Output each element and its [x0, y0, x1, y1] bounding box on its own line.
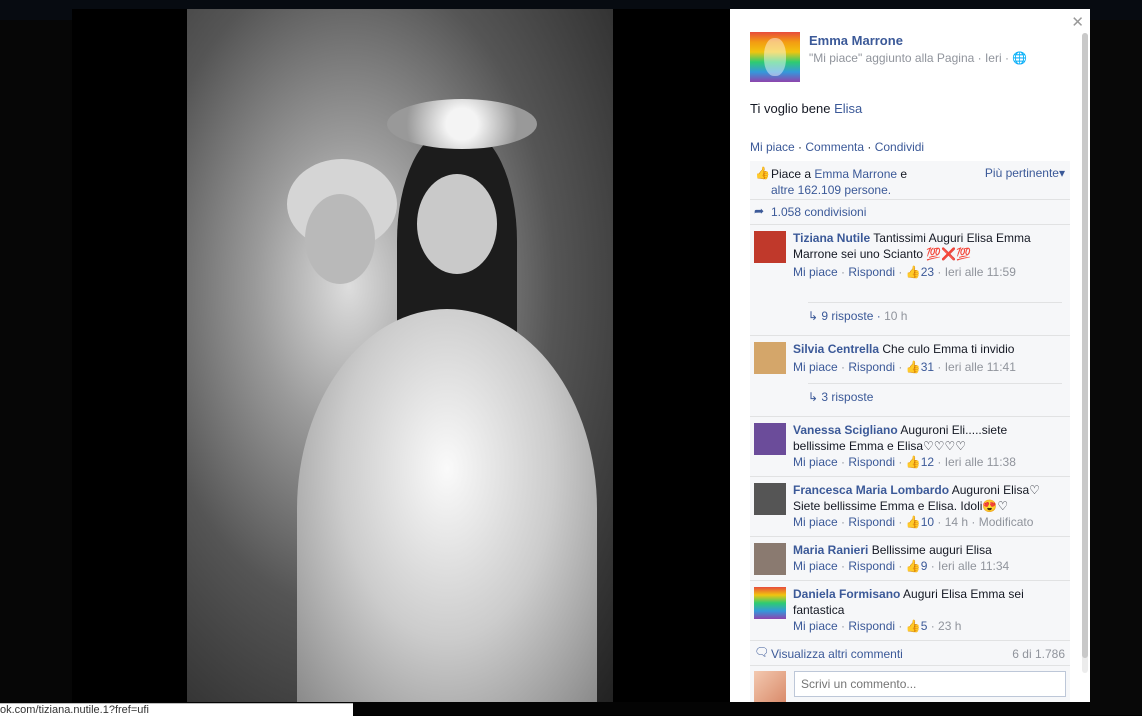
- comment-text: Che culo Emma ti invidio: [882, 342, 1015, 356]
- comment-item: Francesca Maria Lombardo Auguroni Elisa♡…: [750, 477, 1070, 537]
- replies-link[interactable]: ↳ 9 risposte · 10 h: [808, 302, 1062, 323]
- likes-others-link[interactable]: altre 162.109 persone.: [771, 183, 891, 197]
- comment-meta: Mi piace · Rispondi · 👍5 · 23 h: [793, 619, 962, 633]
- share-link[interactable]: Condividi: [875, 140, 924, 154]
- comment-like-link[interactable]: Mi piace: [793, 619, 838, 633]
- comment-like-link[interactable]: Mi piace: [793, 559, 838, 573]
- avatar[interactable]: [754, 423, 786, 455]
- comment-meta: Mi piace · Rispondi · 👍12 · Ieri alle 11…: [793, 455, 1016, 469]
- ufi-block: 👍 Piace a Emma Marrone e altre 162.109 pe…: [750, 161, 1070, 702]
- commenter-name[interactable]: Vanessa Scigliano: [793, 423, 898, 437]
- reply-link[interactable]: Rispondi: [848, 455, 895, 469]
- comment-composer: [750, 666, 1070, 702]
- comment-like-link[interactable]: Mi piace: [793, 455, 838, 469]
- post-author[interactable]: Emma Marrone: [809, 33, 903, 48]
- tagged-user-link[interactable]: Elisa: [834, 101, 862, 116]
- flower-crown: [387, 99, 537, 149]
- avatar[interactable]: [754, 483, 786, 515]
- likes-name-link[interactable]: Emma Marrone: [814, 167, 897, 181]
- comment-meta: Mi piace · Rispondi · 👍10 · 14 h · Modif…: [793, 515, 1034, 529]
- thumbs-up-icon: 👍: [755, 166, 770, 180]
- reply-link[interactable]: Rispondi: [848, 515, 895, 529]
- comment-item: Maria Ranieri Bellissime auguri Elisa Mi…: [750, 537, 1070, 581]
- comment-like-link[interactable]: Mi piace: [793, 265, 838, 279]
- commenter-name[interactable]: Silvia Centrella: [793, 342, 879, 356]
- like-link[interactable]: Mi piace: [750, 140, 795, 154]
- thumbs-up-icon[interactable]: 👍: [906, 360, 921, 374]
- avatar[interactable]: [754, 342, 786, 374]
- avatar[interactable]: [754, 587, 786, 619]
- comment-link[interactable]: Commenta: [805, 140, 864, 154]
- reply-link[interactable]: Rispondi: [848, 360, 895, 374]
- post-panel: ✕ Emma Marrone "Mi piace" aggiunto alla …: [730, 9, 1090, 702]
- comment-item: Vanessa Scigliano Auguroni Eli.....siete…: [750, 417, 1070, 477]
- thumbs-up-icon[interactable]: 👍: [906, 265, 921, 279]
- sort-dropdown[interactable]: Più pertinente▾: [985, 166, 1065, 180]
- avatar[interactable]: [754, 231, 786, 263]
- commenter-name[interactable]: Daniela Formisano: [793, 587, 900, 601]
- reply-link[interactable]: Rispondi: [848, 559, 895, 573]
- likes-row: 👍 Piace a Emma Marrone e altre 162.109 pe…: [750, 161, 1070, 200]
- post-header: Emma Marrone "Mi piace" aggiunto alla Pa…: [750, 32, 1027, 82]
- comment-meta: Mi piace · Rispondi · 👍9 · Ieri alle 11:…: [793, 559, 1010, 573]
- post-text: Ti voglio bene Elisa: [750, 101, 863, 116]
- comment-like-link[interactable]: Mi piace: [793, 360, 838, 374]
- comment-like-link[interactable]: Mi piace: [793, 515, 838, 529]
- comment-item: Silvia Centrella Che culo Emma ti invidi…: [750, 336, 1070, 417]
- post-meta: "Mi piace" aggiunto alla Pagina · Ieri ·…: [809, 51, 1028, 65]
- comment-bubble-icon: 🗨: [754, 645, 770, 659]
- commenter-name[interactable]: Tiziana Nutile: [793, 231, 870, 245]
- comment-item: Tiziana Nutile Tantissimi Auguri Elisa E…: [750, 225, 1070, 336]
- shares-row: ➦ 1.058 condivisioni: [750, 200, 1070, 225]
- wedding-dress: [297, 309, 597, 702]
- close-icon[interactable]: ✕: [1071, 13, 1084, 31]
- photo-stage: [72, 9, 730, 702]
- reply-link[interactable]: Rispondi: [848, 265, 895, 279]
- comment-text: Bellissime auguri Elisa: [871, 543, 992, 557]
- comment-input[interactable]: [794, 671, 1066, 697]
- replies-link[interactable]: ↳ 3 risposte: [808, 383, 1062, 404]
- avatar[interactable]: [754, 543, 786, 575]
- thumbs-up-icon[interactable]: 👍: [906, 559, 921, 573]
- share-icon: ➦: [754, 204, 765, 218]
- comment-meta: Mi piace · Rispondi · 👍23 · Ieri alle 11…: [793, 265, 1016, 279]
- commenter-name[interactable]: Maria Ranieri: [793, 543, 868, 557]
- status-bar-url: ok.com/tiziana.nutile.1?fref=ufi: [0, 703, 353, 716]
- thumbs-up-icon[interactable]: 👍: [906, 455, 921, 469]
- chevron-down-icon: ▾: [1058, 166, 1065, 180]
- comment-meta: Mi piace · Rispondi · 👍31 · Ieri alle 11…: [793, 360, 1016, 374]
- scrollbar[interactable]: [1082, 33, 1088, 673]
- page-avatar[interactable]: [750, 32, 800, 82]
- comments-count: 6 di 1.786: [1012, 647, 1065, 661]
- thumbs-up-icon[interactable]: 👍: [906, 515, 921, 529]
- wedding-photo[interactable]: [187, 9, 613, 702]
- comment-item: Daniela Formisano Auguri Elisa Emma sei …: [750, 581, 1070, 641]
- reply-link[interactable]: Rispondi: [848, 619, 895, 633]
- view-more-comments-row: 🗨 Visualizza altri commenti 6 di 1.786: [750, 641, 1070, 666]
- shares-link[interactable]: 1.058 condivisioni: [771, 205, 866, 219]
- avatar: [754, 671, 786, 702]
- commenter-name[interactable]: Francesca Maria Lombardo: [793, 483, 949, 497]
- thumbs-up-icon[interactable]: 👍: [906, 619, 921, 633]
- globe-icon: 🌐: [1012, 51, 1028, 65]
- view-more-comments-link[interactable]: Visualizza altri commenti: [771, 647, 903, 661]
- post-actions: Mi piace · Commenta · Condividi: [750, 140, 925, 154]
